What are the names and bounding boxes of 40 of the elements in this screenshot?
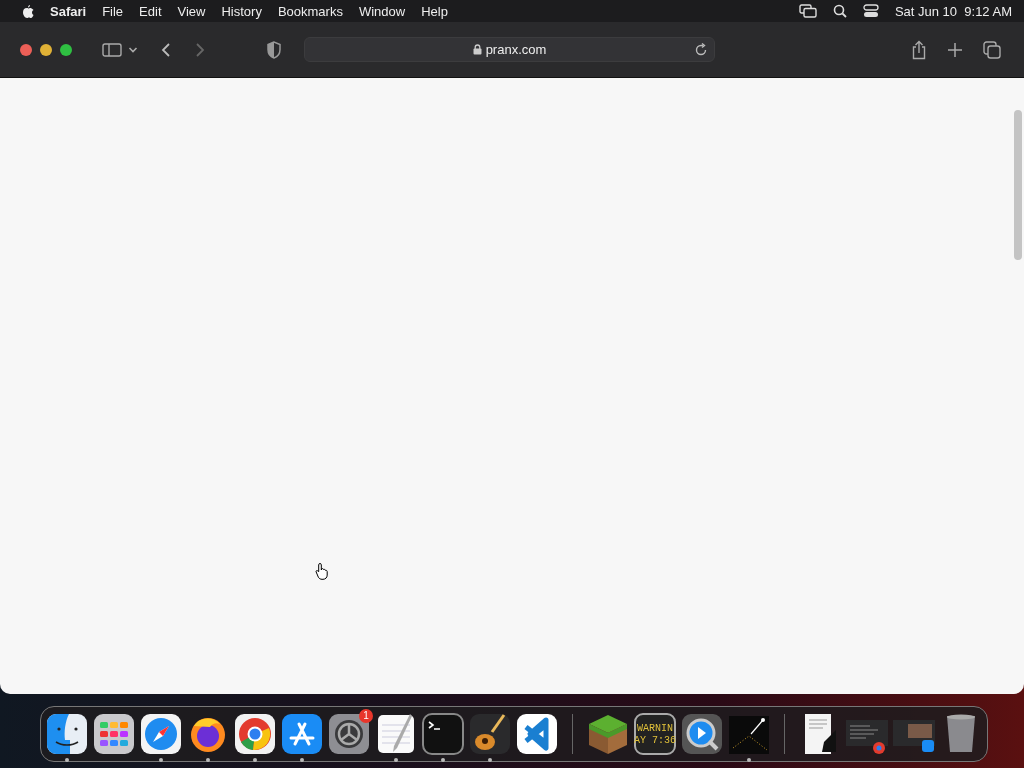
minimize-button[interactable]: [40, 43, 52, 56]
screen-mirroring-icon[interactable]: [798, 4, 817, 18]
sidebar-icon[interactable]: [102, 41, 122, 58]
menu-item[interactable]: Bookmarks: [269, 3, 351, 19]
menu-item[interactable]: History: [213, 3, 270, 19]
lock-icon[interactable]: [472, 44, 482, 55]
notification-badge: 1: [359, 709, 373, 723]
chevron-down-icon[interactable]: [128, 45, 138, 54]
compass-icon[interactable]: [139, 712, 183, 756]
hand-cursor-icon: [315, 562, 329, 580]
url-text: pranx.com: [485, 42, 547, 57]
control-center-icon[interactable]: [862, 4, 879, 18]
menu-item[interactable]: Help: [413, 3, 456, 19]
app-grid-icon[interactable]: [92, 712, 136, 756]
menu-item[interactable]: Window: [350, 3, 414, 19]
tabs-overview-icon[interactable]: [983, 40, 1001, 59]
grass-block-icon[interactable]: [586, 712, 630, 756]
share-icon[interactable]: [911, 39, 927, 60]
plus-icon[interactable]: [947, 41, 963, 58]
code-editor-icon[interactable]: [515, 712, 559, 756]
reload-icon[interactable]: [694, 43, 708, 57]
back-icon[interactable]: [160, 41, 172, 58]
app-menu[interactable]: Safari: [42, 3, 95, 19]
apple-logo-icon[interactable]: [20, 3, 34, 19]
terminal-icon[interactable]: [421, 712, 465, 756]
zoom-button[interactable]: [60, 43, 72, 56]
address-bar[interactable]: pranx.com: [304, 37, 715, 62]
close-button[interactable]: [20, 43, 32, 56]
app-store-icon[interactable]: [280, 712, 324, 756]
guitar-icon[interactable]: [468, 712, 512, 756]
menu-item[interactable]: View: [169, 3, 214, 19]
search-icon[interactable]: [832, 4, 847, 18]
shield-icon[interactable]: [266, 40, 282, 59]
console-text: WARNIN: [637, 723, 673, 734]
scrollbar-thumb[interactable]: [1014, 110, 1022, 260]
play-magnifier-icon[interactable]: [680, 712, 724, 756]
smiling-face-app-icon[interactable]: [45, 712, 89, 756]
menu-item[interactable]: Edit: [131, 3, 170, 19]
menu-bar-clock[interactable]: Sat Jun 10 9:12 AM: [894, 3, 1012, 19]
menu-item[interactable]: File: [94, 3, 132, 19]
